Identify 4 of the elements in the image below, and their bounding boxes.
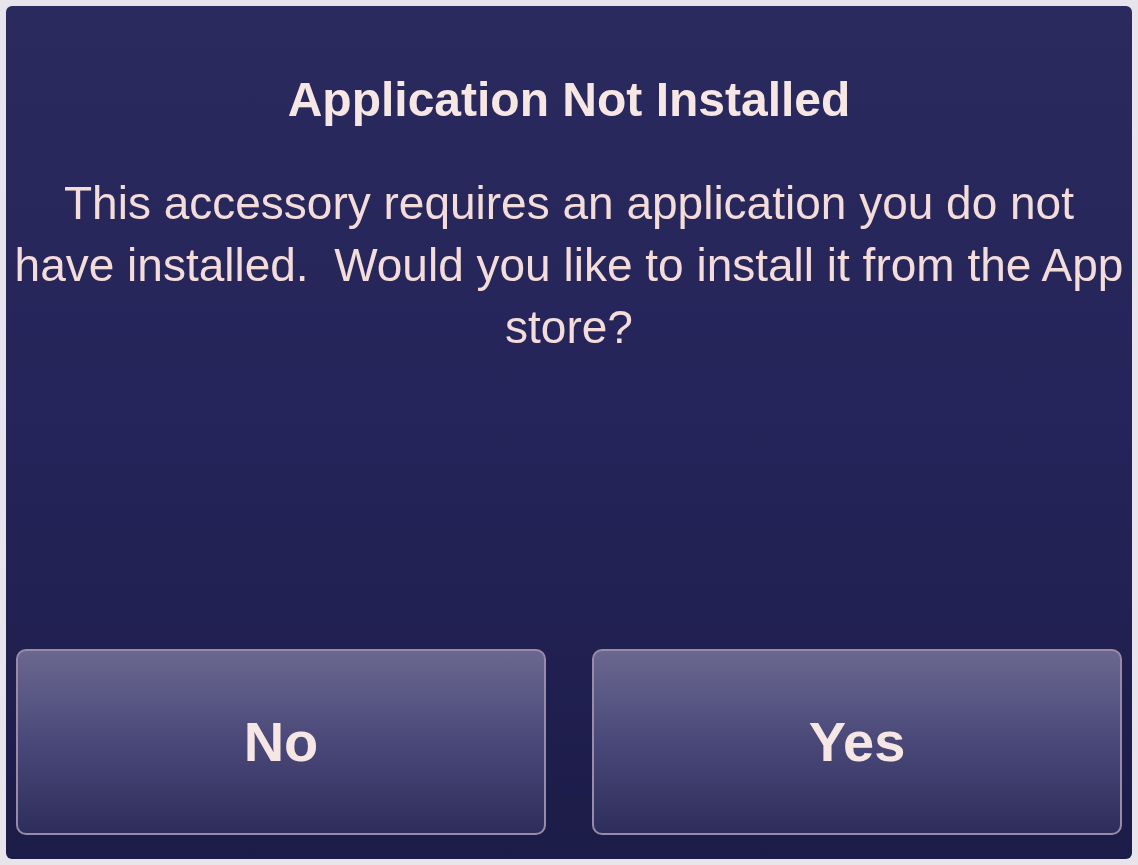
alert-button[interactable]: Yes	[592, 649, 1122, 835]
alert-title: Application Not Installed	[287, 76, 851, 124]
alert-message: This accessory requires an application you do not have installed. Would you like to install it from the App store?	[14, 176, 1124, 355]
alert-button[interactable]: No	[16, 649, 546, 835]
